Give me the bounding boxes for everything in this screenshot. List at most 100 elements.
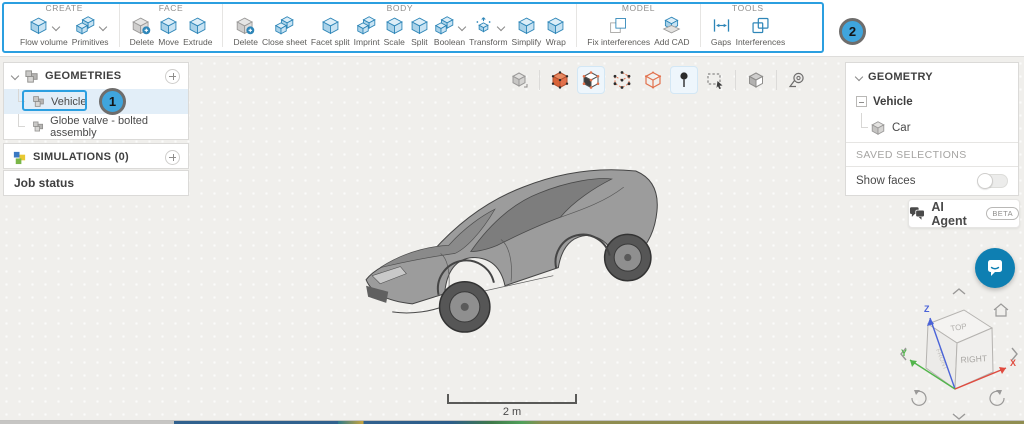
scale-button[interactable]: Scale bbox=[382, 14, 407, 47]
geometry-header[interactable]: GEOMETRY bbox=[846, 63, 1018, 90]
interferences-icon bbox=[750, 15, 771, 36]
car-model[interactable] bbox=[352, 160, 664, 338]
box-select-icon[interactable] bbox=[701, 66, 729, 94]
body-delete-button[interactable]: Delete bbox=[231, 14, 260, 47]
ai-agent-button[interactable]: AI Agent BETA bbox=[908, 199, 1020, 228]
face-delete-button[interactable]: Delete bbox=[128, 14, 157, 47]
view-cube-widget[interactable]: TOP RIGHT FRONT Z Y X bbox=[896, 286, 1022, 422]
add-geometry-button[interactable] bbox=[165, 69, 180, 84]
geometries-card: GEOMETRIES Vehicle Globe valve - bolted … bbox=[3, 62, 189, 140]
face-move-button[interactable]: Move bbox=[156, 14, 181, 47]
geometries-title: GEOMETRIES bbox=[45, 70, 159, 82]
select-vertex-icon[interactable] bbox=[608, 66, 636, 94]
toolbar-group-body: BODY Delete Close sheet Facet split Impr… bbox=[222, 3, 576, 47]
chevron-down-icon[interactable] bbox=[11, 72, 19, 80]
cube-face-right-label[interactable]: RIGHT bbox=[960, 353, 987, 365]
select-edge-icon[interactable] bbox=[639, 66, 667, 94]
geometry-title: GEOMETRY bbox=[868, 71, 1008, 83]
job-status-card[interactable]: Job status bbox=[3, 170, 189, 196]
boolean-button[interactable]: Boolean bbox=[432, 14, 467, 47]
simulations-title: SIMULATIONS (0) bbox=[33, 151, 159, 163]
gaps-button[interactable]: Gaps bbox=[709, 14, 734, 47]
close-sheet-button[interactable]: Close sheet bbox=[260, 14, 309, 47]
flow-volume-icon bbox=[28, 15, 49, 36]
toolbar-group-model: MODEL Fix interferences Add CAD bbox=[576, 3, 699, 47]
fix-interferences-button[interactable]: Fix interferences bbox=[585, 14, 652, 47]
tree-line bbox=[18, 89, 25, 102]
geometry-tree-card: GEOMETRY Vehicle Car SAVED SELECTIONS Sh… bbox=[845, 62, 1019, 196]
gaps-icon bbox=[711, 15, 732, 36]
display-mode-icon[interactable] bbox=[505, 66, 533, 94]
roll-cw-icon[interactable] bbox=[990, 390, 1004, 405]
chevron-down-icon[interactable] bbox=[497, 23, 505, 31]
ai-agent-label: AI Agent bbox=[931, 200, 980, 228]
select-face-icon[interactable] bbox=[577, 66, 605, 94]
fix-interferences-icon bbox=[608, 15, 629, 36]
geometry-item-globe-valve[interactable]: Globe valve - bolted assembly bbox=[4, 114, 188, 139]
toolbar-group-face: FACE Delete Move Extrude bbox=[119, 3, 223, 47]
transform-button[interactable]: Transform bbox=[467, 14, 509, 47]
geometry-item-icon bbox=[32, 120, 44, 133]
rear-wheel bbox=[605, 234, 651, 280]
simulations-icon bbox=[12, 150, 27, 165]
chat-bubble-icon bbox=[985, 258, 1005, 278]
add-simulation-button[interactable] bbox=[165, 150, 180, 165]
chevron-down-icon[interactable] bbox=[98, 23, 106, 31]
divider bbox=[776, 70, 777, 90]
geometry-item-vehicle[interactable]: Vehicle bbox=[4, 89, 188, 114]
axis-y-label: Y bbox=[901, 348, 907, 358]
rotate-down-icon[interactable] bbox=[953, 414, 965, 419]
scale-icon bbox=[384, 15, 405, 36]
app-window: CREATE Flow volume Primitives FACE Delet… bbox=[0, 0, 1024, 424]
axis-z-label: Z bbox=[924, 304, 930, 314]
tree-line bbox=[18, 114, 25, 127]
simulations-card: SIMULATIONS (0) bbox=[3, 143, 189, 169]
show-faces-toggle[interactable] bbox=[978, 174, 1008, 188]
car-cube-icon bbox=[870, 120, 886, 136]
simplify-icon bbox=[516, 15, 537, 36]
boolean-icon bbox=[434, 15, 455, 36]
divider bbox=[539, 70, 540, 90]
imprint-button[interactable]: Imprint bbox=[352, 14, 382, 47]
interferences-button[interactable]: Interferences bbox=[734, 14, 788, 47]
simplify-button[interactable]: Simplify bbox=[510, 14, 544, 47]
front-wheel bbox=[440, 282, 490, 332]
tree-node-vehicle[interactable]: Vehicle bbox=[846, 90, 1018, 113]
axis-x-label: X bbox=[1010, 358, 1016, 368]
geometries-header[interactable]: GEOMETRIES bbox=[4, 63, 188, 89]
add-cad-icon bbox=[661, 15, 682, 36]
chevron-down-icon[interactable] bbox=[52, 23, 60, 31]
face-extrude-icon bbox=[187, 15, 208, 36]
group-label-body: BODY bbox=[387, 3, 414, 13]
collapse-icon[interactable] bbox=[856, 96, 867, 107]
annotation-badge-1: 1 bbox=[99, 88, 126, 115]
roll-ccw-icon[interactable] bbox=[912, 390, 926, 405]
measure-icon[interactable] bbox=[783, 66, 811, 94]
primitives-button[interactable]: Primitives bbox=[70, 14, 111, 47]
saved-selections-header[interactable]: SAVED SELECTIONS bbox=[846, 142, 1018, 166]
chevron-down-icon[interactable] bbox=[458, 23, 466, 31]
probe-point-icon[interactable] bbox=[670, 66, 698, 94]
home-view-icon[interactable] bbox=[994, 304, 1008, 316]
group-label-tools: TOOLS bbox=[732, 3, 764, 13]
face-move-icon bbox=[158, 15, 179, 36]
tree-node-car[interactable]: Car bbox=[846, 113, 1018, 142]
wrap-button[interactable]: Wrap bbox=[543, 14, 568, 47]
select-volume-icon[interactable] bbox=[546, 66, 574, 94]
primitives-icon bbox=[75, 15, 96, 36]
geometry-item-icon bbox=[32, 95, 45, 108]
chevron-down-icon[interactable] bbox=[855, 72, 863, 80]
support-chat-button[interactable] bbox=[975, 248, 1015, 288]
viewport-tool-strip bbox=[505, 66, 811, 94]
facet-split-button[interactable]: Facet split bbox=[309, 14, 352, 47]
flow-volume-button[interactable]: Flow volume bbox=[18, 14, 70, 47]
add-cad-button[interactable]: Add CAD bbox=[652, 14, 691, 47]
scale-bar: 2 m bbox=[447, 396, 577, 418]
toolbar-group-create: CREATE Flow volume Primitives bbox=[10, 3, 119, 47]
split-button[interactable]: Split bbox=[407, 14, 432, 47]
rotate-up-icon[interactable] bbox=[953, 289, 965, 294]
simulations-header[interactable]: SIMULATIONS (0) bbox=[4, 144, 188, 170]
hide-body-icon[interactable] bbox=[742, 66, 770, 94]
scale-bar-label: 2 m bbox=[447, 406, 577, 418]
face-extrude-button[interactable]: Extrude bbox=[181, 14, 214, 47]
